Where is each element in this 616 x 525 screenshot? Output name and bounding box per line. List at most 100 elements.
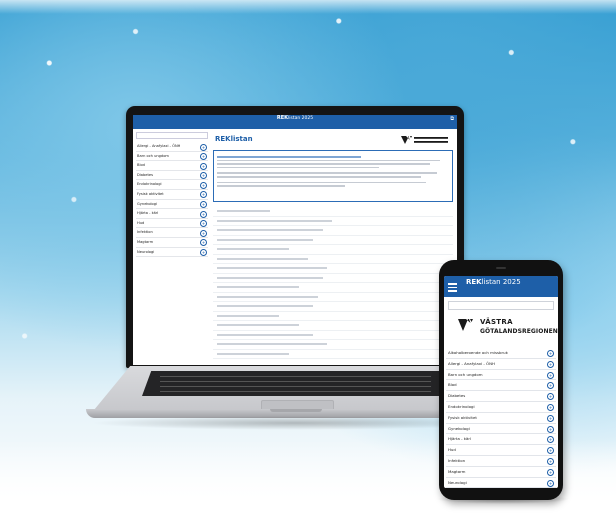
laptop-sidebar-item[interactable]: Hud + (136, 219, 208, 229)
phone-list-item[interactable]: Fysisk aktivitet + (446, 413, 556, 424)
plus-icon[interactable]: + (547, 382, 554, 390)
laptop-sidebar-item[interactable]: Endokrinologi + (136, 180, 208, 190)
phone-list-item[interactable]: Alkoholberoende och missbruk + (446, 348, 556, 359)
laptop-sidebar-item[interactable]: Gynekologi + (136, 200, 208, 210)
plus-icon[interactable]: + (547, 393, 554, 401)
plus-icon[interactable]: + (200, 153, 207, 161)
laptop-sidebar-item[interactable]: Magtarm + (136, 238, 208, 248)
phone-list-item-label: Endokrinologi (448, 403, 475, 409)
phone-list-item[interactable]: Hjärta - kärl + (446, 434, 556, 446)
laptop-title-row: REKlistan (213, 132, 453, 148)
plus-icon[interactable]: + (547, 447, 554, 455)
plus-icon[interactable]: + (200, 201, 207, 209)
laptop-sidebar-item-label: Neurologi (137, 249, 155, 254)
laptop-page-title: REKlistan (215, 135, 253, 143)
laptop-link-row[interactable] (213, 217, 453, 226)
laptop-sidebar-item[interactable]: Hjärta - kärl + (136, 209, 208, 219)
laptop-link-row[interactable] (213, 331, 453, 340)
phone-screen: REKlistan 2025 VÄSTRA GÖTALANDSREGIONEN … (444, 276, 558, 488)
phone-list-item[interactable]: Endokrinologi + (446, 402, 556, 413)
laptop-link-row[interactable] (213, 207, 453, 217)
laptop-link-row[interactable] (213, 340, 453, 350)
phone-list-item-label: Gynekologi (448, 425, 470, 431)
plus-icon[interactable]: + (547, 403, 554, 411)
plus-icon[interactable]: + (200, 220, 207, 228)
plus-icon[interactable]: + (200, 239, 207, 247)
phone-list-item[interactable]: Magtarm + (446, 467, 556, 478)
plus-icon[interactable]: + (200, 229, 207, 237)
plus-icon[interactable]: + (200, 191, 207, 199)
phone-list-item-label: Hud (448, 447, 456, 453)
laptop-sidebar-item-label: Hud (137, 220, 145, 225)
laptop-link-row[interactable] (213, 274, 453, 283)
laptop-sidebar-item[interactable]: Infektion + (136, 228, 208, 238)
laptop-sidebar-item[interactable]: Barn och ungdom + (136, 152, 208, 162)
laptop-link-row[interactable] (213, 350, 453, 359)
phone-list-item-label: Allergi - Anafylaxi - ÖNH (448, 360, 495, 366)
laptop-link-row[interactable] (213, 245, 453, 255)
phone-list-item[interactable]: Hud + (446, 445, 556, 456)
phone-list-item-label: Fysisk aktivitet (448, 414, 477, 420)
phone-list-item[interactable]: Blod + (446, 380, 556, 392)
phone-list-item-label: Blod (448, 382, 457, 388)
phone-list-item[interactable]: Diabetes + (446, 391, 556, 402)
plus-icon[interactable]: + (547, 425, 554, 433)
laptop-link-list (213, 207, 453, 359)
phone-list-item-label: Neurologi (448, 479, 467, 485)
laptop-sidebar-item[interactable]: Fysisk aktivitet + (136, 190, 208, 200)
plus-icon[interactable]: + (200, 210, 207, 218)
plus-icon[interactable]: + (547, 436, 554, 444)
laptop-keyboard (142, 371, 449, 396)
laptop-sidebar-item[interactable]: Blod + (136, 161, 208, 171)
laptop-link-row[interactable] (213, 255, 453, 264)
laptop-link-row[interactable] (213, 226, 453, 236)
plus-icon[interactable]: + (547, 360, 554, 368)
phone-logo-line2: GÖTALANDSREGIONEN (480, 328, 558, 335)
laptop-link-row[interactable] (213, 302, 453, 312)
plus-icon[interactable]: + (200, 143, 207, 151)
plus-icon[interactable]: + (547, 457, 554, 465)
phone-list-item[interactable]: Gynekologi + (446, 424, 556, 435)
laptop-sidebar-item-label: Endokrinologi (137, 182, 162, 187)
laptop-search-input[interactable] (136, 132, 208, 139)
phone-list-item[interactable]: Barn och ungdom + (446, 370, 556, 381)
laptop-sidebar-list: Allergi - Anafylaxi - ÖNH + Barn och ungdo… (136, 142, 208, 258)
plus-icon[interactable]: + (547, 371, 554, 379)
laptop-link-row[interactable] (213, 321, 453, 331)
phone-brand: REKlistan 2025 (466, 278, 521, 286)
laptop-sidebar-item-label: Infektion (137, 230, 153, 235)
laptop-link-row[interactable] (213, 312, 453, 321)
phone-brand-light: listan 2025 (481, 278, 521, 286)
phone-list-item-label: Alkoholberoende och missbruk (448, 350, 508, 355)
phone-search-input[interactable] (448, 301, 554, 310)
share-icon[interactable]: ⧉ (450, 116, 454, 123)
laptop-sidebar-item-label: Fysisk aktivitet (137, 191, 164, 196)
plus-icon[interactable]: + (200, 162, 207, 170)
laptop-sidebar-item-label: Gynekologi (137, 201, 158, 206)
laptop-sidebar-item[interactable]: Neurologi + (136, 248, 208, 258)
hamburger-menu-icon[interactable] (448, 281, 457, 294)
phone-list-item[interactable]: Neurologi + (446, 478, 556, 488)
laptop-sidebar-item[interactable]: Diabetes + (136, 171, 208, 181)
plus-icon[interactable]: + (547, 350, 554, 357)
laptop-link-row[interactable] (213, 283, 453, 293)
phone-category-list: Alkoholberoende och missbruk + Allergi - A… (446, 348, 556, 488)
laptop-notch (270, 409, 322, 412)
laptop-link-row[interactable] (213, 236, 453, 245)
laptop-link-row[interactable] (213, 264, 453, 274)
plus-icon[interactable]: + (200, 181, 207, 189)
phone-list-item[interactable]: Infektion + (446, 456, 556, 467)
plus-icon[interactable]: + (547, 479, 554, 487)
phone-list-item[interactable]: Allergi - Anafylaxi - ÖNH + (446, 359, 556, 370)
plus-icon[interactable]: + (547, 468, 554, 476)
laptop-sidebar-item-label: Hjärta - kärl (137, 211, 159, 216)
laptop-link-row[interactable] (213, 293, 453, 302)
plus-icon[interactable]: + (547, 414, 554, 422)
laptop-sidebar-item-label: Blod (137, 163, 145, 168)
laptop-brand-light: listan 2025 (288, 116, 314, 121)
plus-icon[interactable]: + (200, 249, 207, 257)
vgr-mark-icon (458, 319, 473, 331)
laptop-sidebar-item[interactable]: Allergi - Anafylaxi - ÖNH + (136, 142, 208, 152)
phone: REKlistan 2025 VÄSTRA GÖTALANDSREGIONEN … (439, 260, 563, 500)
plus-icon[interactable]: + (200, 172, 207, 180)
